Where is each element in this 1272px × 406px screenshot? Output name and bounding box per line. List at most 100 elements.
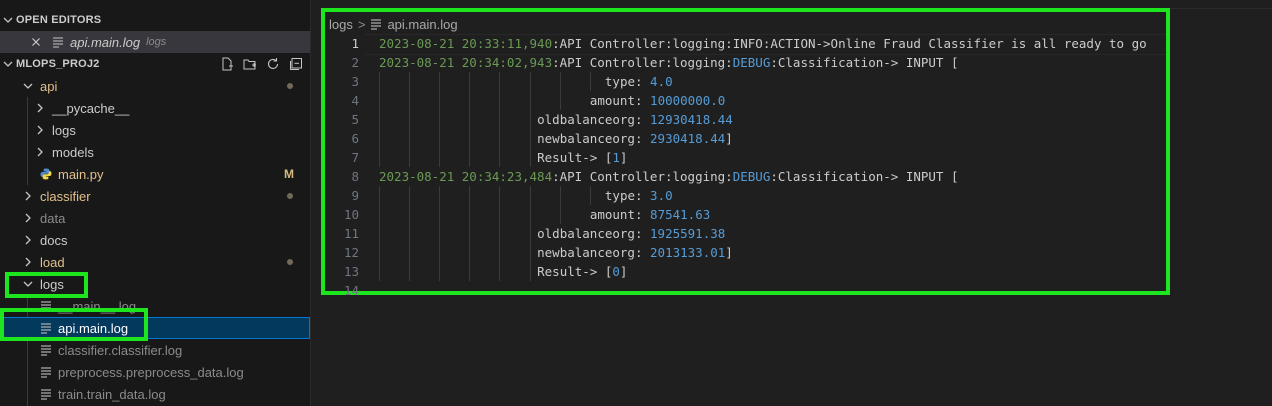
- field-key: amount:: [589, 93, 651, 108]
- tree-item-label: __main__.log: [58, 298, 137, 314]
- project-title: MLOPS_PROJ2: [16, 58, 100, 70]
- indent-guide: [589, 186, 591, 205]
- indent-guide: [499, 129, 501, 148]
- field-key: Result-> [: [537, 150, 613, 165]
- tree-folder-logs[interactable]: logs: [0, 273, 310, 295]
- breadcrumb-folder[interactable]: logs: [329, 17, 353, 32]
- tree-file-classifier-classifier-log[interactable]: classifier.classifier.log: [0, 339, 310, 361]
- modified-dot-badge: [287, 83, 293, 89]
- log-source: :API Controller:logging:: [552, 169, 733, 184]
- new-folder-icon[interactable]: [242, 56, 258, 72]
- code-line: 2023-08-21 20:34:23,484:API Controller:l…: [379, 167, 959, 186]
- field-value: 10000000.0: [650, 93, 726, 108]
- project-header[interactable]: MLOPS_PROJ2: [0, 53, 310, 75]
- indent-guide: [379, 243, 380, 262]
- log-file-icon: [38, 300, 54, 312]
- line-number: 8: [351, 169, 359, 184]
- new-file-icon[interactable]: [219, 56, 235, 72]
- log-source: :API Controller:logging:: [552, 36, 733, 51]
- breadcrumb: logs > api.main.log: [329, 15, 458, 33]
- chevron-down-icon: [0, 59, 16, 69]
- tree-folder-docs[interactable]: docs: [0, 229, 310, 251]
- chevron-right-icon: [20, 213, 36, 223]
- indent-guide: [469, 224, 471, 243]
- open-editors-title: OPEN EDITORS: [16, 14, 102, 26]
- tree-file-main-py[interactable]: main.py M: [0, 163, 310, 185]
- tree-folder-classifier[interactable]: classifier: [0, 185, 310, 207]
- chevron-right-icon: [32, 147, 48, 157]
- field-key: newbalanceorg:: [537, 131, 651, 146]
- indent-guide: [409, 148, 411, 167]
- indent-guide: [499, 205, 501, 224]
- tree-file-train-train-data-log[interactable]: train.train_data.log: [0, 383, 310, 405]
- tree-item-label: api: [40, 78, 58, 94]
- tree-item-label: main.py: [58, 166, 104, 182]
- collapse-all-icon[interactable]: [288, 56, 304, 72]
- tree-file-api-main-log[interactable]: api.main.log: [0, 317, 310, 339]
- line-number: 6: [351, 131, 359, 146]
- indent-guide: [379, 186, 380, 205]
- indent-guide: [469, 205, 471, 224]
- tree-folder-pycache[interactable]: __pycache__: [0, 97, 310, 119]
- tree-folder-load[interactable]: load: [0, 251, 310, 273]
- field-value: 1: [612, 150, 620, 165]
- tree-folder-api[interactable]: api: [0, 75, 310, 97]
- code-line: Result-> [0]: [537, 262, 627, 281]
- field-key: type:: [604, 188, 651, 203]
- log-message: :Classification-> INPUT [: [770, 55, 959, 70]
- chevron-right-icon: [32, 125, 48, 135]
- indent-guide: [439, 110, 441, 129]
- indent-guide: [409, 186, 411, 205]
- log-level: DEBUG: [732, 169, 771, 184]
- line-number: 2: [351, 55, 359, 70]
- close-icon[interactable]: [28, 37, 44, 47]
- tree-item-label: docs: [40, 232, 68, 248]
- line-number: 12: [343, 245, 359, 260]
- indent-guide: [379, 72, 380, 91]
- tree-item-label: api.main.log: [58, 320, 129, 336]
- tree-item-label: __pycache__: [52, 100, 130, 116]
- refresh-icon[interactable]: [265, 56, 281, 72]
- open-editors-header[interactable]: OPEN EDITORS: [0, 9, 310, 31]
- code-line: oldbalanceorg: 1925591.38: [537, 224, 725, 243]
- code-line: type: 3.0: [605, 186, 673, 205]
- tree-file-preprocess-preprocess-data-log[interactable]: preprocess.preprocess_data.log: [0, 361, 310, 383]
- field-value: 2930418.44: [650, 131, 726, 146]
- tree-folder-models[interactable]: models: [0, 141, 310, 163]
- log-file-icon: [370, 18, 382, 30]
- indent-guide: [379, 262, 380, 281]
- tree-item-label: data: [40, 210, 66, 226]
- tree-file-main-log[interactable]: __main__.log: [0, 295, 310, 317]
- indent-guide: [499, 72, 501, 91]
- indent-guide: [469, 91, 471, 110]
- tree-folder-logs[interactable]: logs: [0, 119, 310, 141]
- indent-guide: [469, 243, 471, 262]
- field-tail: ]: [725, 131, 733, 146]
- tree-folder-data[interactable]: data: [0, 207, 310, 229]
- log-file-icon: [38, 388, 54, 400]
- indent-guide: [559, 205, 561, 224]
- line-number: 4: [351, 93, 359, 108]
- field-value: 3.0: [650, 188, 673, 203]
- log-source: :API Controller:logging:: [552, 55, 733, 70]
- line-number: 3: [351, 74, 359, 89]
- line-number: 13: [343, 264, 359, 279]
- tree-item-label: logs: [52, 122, 76, 138]
- indent-guide: [469, 262, 471, 281]
- indent-guide: [379, 110, 380, 129]
- indent-guide: [529, 129, 531, 148]
- git-status-badge: M: [284, 167, 294, 181]
- indent-guide: [439, 224, 441, 243]
- code-line: 2023-08-21 20:33:11,940:API Controller:l…: [379, 34, 1147, 53]
- field-value: 12930418.44: [650, 112, 733, 127]
- field-key: newbalanceorg:: [537, 245, 651, 260]
- indent-guide: [529, 243, 531, 262]
- indent-guide: [529, 91, 531, 110]
- breadcrumb-file[interactable]: api.main.log: [387, 17, 457, 32]
- chevron-right-icon: [20, 191, 36, 201]
- open-editor-item[interactable]: api.main.log logs: [0, 31, 310, 53]
- field-tail: ]: [619, 264, 628, 279]
- indent-guide: [469, 72, 471, 91]
- python-file-icon: [38, 168, 54, 180]
- tree-item-label: models: [52, 144, 94, 160]
